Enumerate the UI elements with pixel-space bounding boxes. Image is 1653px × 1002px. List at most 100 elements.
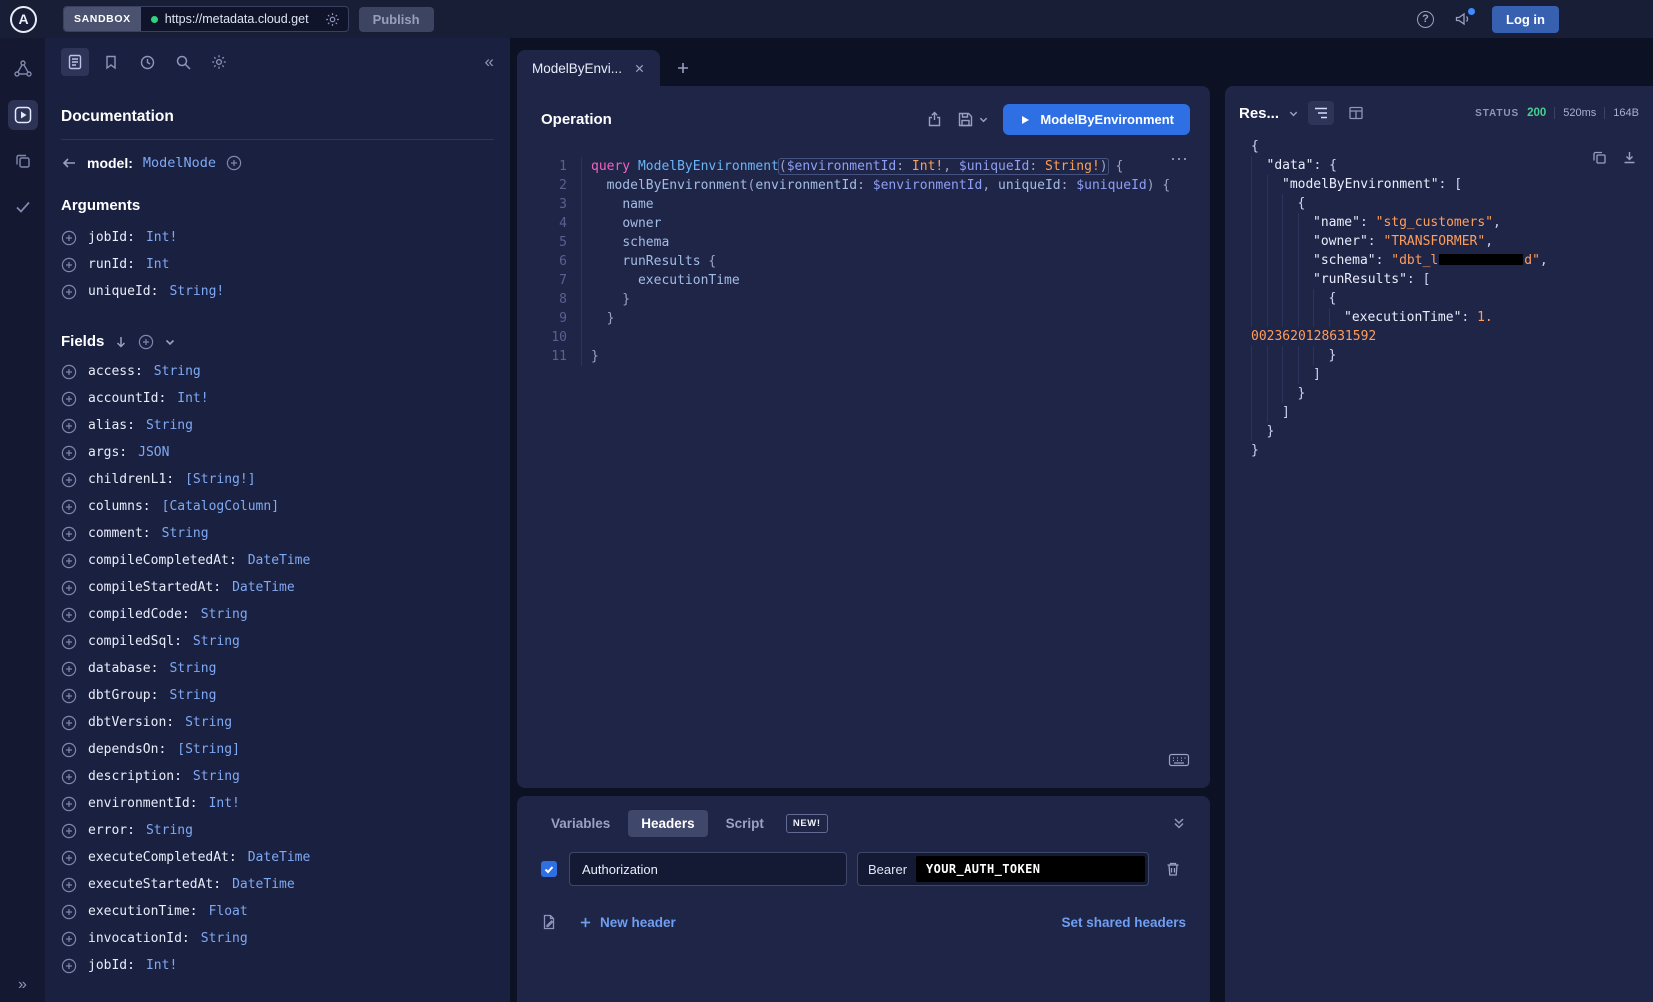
field-type-link[interactable]: String	[146, 418, 193, 433]
field-type-link[interactable]: DateTime	[232, 877, 295, 892]
add-to-query-icon[interactable]	[61, 661, 77, 677]
help-icon[interactable]: ?	[1417, 11, 1434, 28]
code-line[interactable]: owner	[591, 214, 1186, 233]
field-row[interactable]: access:String	[61, 358, 494, 385]
field-type-link[interactable]: [String!]	[185, 472, 255, 487]
operation-editor[interactable]: 1234567891011 query ModelByEnvironment($…	[517, 143, 1210, 366]
field-row[interactable]: columns:[CatalogColumn]	[61, 493, 494, 520]
field-type-link[interactable]: DateTime	[248, 850, 311, 865]
field-row[interactable]: compileCompletedAt:DateTime	[61, 547, 494, 574]
field-type-link[interactable]: String	[169, 688, 216, 703]
add-to-query-icon[interactable]	[61, 364, 77, 380]
add-to-query-icon[interactable]	[61, 823, 77, 839]
back-icon[interactable]	[61, 155, 77, 171]
announcements-icon[interactable]	[1454, 11, 1472, 27]
operation-tab[interactable]: ModelByEnvi...	[517, 50, 660, 86]
set-shared-headers-link[interactable]: Set shared headers	[1061, 915, 1186, 930]
add-to-query-icon[interactable]	[61, 580, 77, 596]
new-tab-icon[interactable]	[676, 50, 690, 86]
add-all-fields-icon[interactable]	[226, 155, 242, 171]
add-to-query-icon[interactable]	[61, 418, 77, 434]
history-icon[interactable]	[133, 48, 161, 76]
copy-response-icon[interactable]	[1592, 150, 1607, 165]
add-to-query-icon[interactable]	[61, 284, 77, 300]
field-type-link[interactable]: String	[154, 364, 201, 379]
add-to-query-icon[interactable]	[61, 634, 77, 650]
field-type-link[interactable]: Int!	[146, 958, 177, 973]
field-row[interactable]: args:JSON	[61, 439, 494, 466]
editor-code[interactable]: query ModelByEnvironment($environmentId:…	[581, 157, 1186, 366]
field-row[interactable]: description:String	[61, 763, 494, 790]
field-row[interactable]: comment:String	[61, 520, 494, 547]
code-line[interactable]: }	[591, 290, 1186, 309]
add-fields-icon[interactable]	[138, 334, 154, 350]
field-type-link[interactable]: Float	[209, 904, 248, 919]
field-type-link[interactable]: Int!	[209, 796, 240, 811]
documentation-tab-icon[interactable]	[61, 48, 89, 76]
auth-token-input[interactable]: YOUR_AUTH_TOKEN	[916, 856, 1145, 882]
add-to-query-icon[interactable]	[61, 526, 77, 542]
header-key-input[interactable]	[569, 852, 847, 886]
field-type-link[interactable]: String	[201, 931, 248, 946]
field-type-link[interactable]: DateTime	[248, 553, 311, 568]
header-prefill-icon[interactable]	[541, 914, 557, 930]
code-line[interactable]: }	[591, 309, 1186, 328]
add-to-query-icon[interactable]	[61, 230, 77, 246]
add-to-query-icon[interactable]	[61, 499, 77, 515]
field-type-link[interactable]: Int!	[177, 391, 208, 406]
field-type-link[interactable]: String	[185, 715, 232, 730]
add-to-query-icon[interactable]	[61, 391, 77, 407]
field-row[interactable]: childrenL1:[String!]	[61, 466, 494, 493]
field-row[interactable]: executeCompletedAt:DateTime	[61, 844, 494, 871]
editor-overflow-menu-icon[interactable]: ⋯	[1170, 154, 1188, 164]
run-operation-button[interactable]: ModelByEnvironment	[1003, 104, 1190, 135]
chevron-down-icon[interactable]	[164, 336, 176, 348]
field-row[interactable]: alias:String	[61, 412, 494, 439]
field-type-link[interactable]: String	[169, 661, 216, 676]
field-type-link[interactable]: [CatalogColumn]	[162, 499, 279, 514]
add-to-query-icon[interactable]	[61, 796, 77, 812]
field-row[interactable]: environmentId:Int!	[61, 790, 494, 817]
field-type-link[interactable]: String!	[169, 284, 224, 299]
add-to-query-icon[interactable]	[61, 958, 77, 974]
format-json-icon[interactable]	[1308, 101, 1334, 125]
field-type-link[interactable]: JSON	[138, 445, 169, 460]
checks-icon[interactable]	[8, 192, 38, 222]
argument-row[interactable]: runId:Int	[61, 251, 494, 278]
field-row[interactable]: jobId:Int!	[61, 952, 494, 979]
table-view-icon[interactable]	[1343, 101, 1369, 125]
close-tab-icon[interactable]	[634, 63, 645, 74]
field-row[interactable]: dbtGroup:String	[61, 682, 494, 709]
save-icon[interactable]	[957, 111, 974, 128]
field-row[interactable]: compiledSql:String	[61, 628, 494, 655]
keyboard-shortcuts-icon[interactable]	[1168, 752, 1190, 768]
field-type-link[interactable]: String	[193, 634, 240, 649]
explorer-settings-gear-icon[interactable]	[205, 48, 233, 76]
schema-icon[interactable]	[8, 54, 38, 84]
endpoint-url-input[interactable]: https://metadata.cloud.get	[158, 12, 317, 26]
add-to-query-icon[interactable]	[61, 850, 77, 866]
field-row[interactable]: accountId:Int!	[61, 385, 494, 412]
field-type-link[interactable]: Int	[146, 257, 169, 272]
field-row[interactable]: error:String	[61, 817, 494, 844]
publish-button[interactable]: Publish	[359, 7, 434, 32]
code-line[interactable]: name	[591, 195, 1186, 214]
add-to-query-icon[interactable]	[61, 257, 77, 273]
add-to-query-icon[interactable]	[61, 904, 77, 920]
field-row[interactable]: compiledCode:String	[61, 601, 494, 628]
field-row[interactable]: executeStartedAt:DateTime	[61, 871, 494, 898]
field-row[interactable]: dependsOn:[String]	[61, 736, 494, 763]
search-icon[interactable]	[169, 48, 197, 76]
collections-icon[interactable]	[8, 146, 38, 176]
add-to-query-icon[interactable]	[61, 445, 77, 461]
code-line[interactable]: }	[591, 347, 1186, 366]
bookmarks-icon[interactable]	[97, 48, 125, 76]
field-row[interactable]: invocationId:String	[61, 925, 494, 952]
field-type-link[interactable]: String	[162, 526, 209, 541]
field-row[interactable]: compileStartedAt:DateTime	[61, 574, 494, 601]
sort-fields-icon[interactable]	[114, 335, 128, 349]
login-button[interactable]: Log in	[1492, 6, 1559, 33]
code-line[interactable]: schema	[591, 233, 1186, 252]
code-line[interactable]	[591, 328, 1186, 347]
field-type-link[interactable]: DateTime	[232, 580, 295, 595]
